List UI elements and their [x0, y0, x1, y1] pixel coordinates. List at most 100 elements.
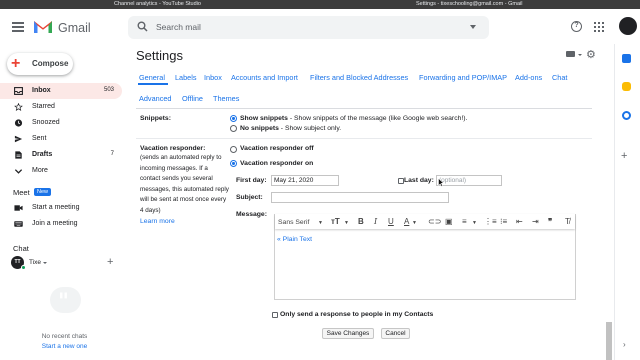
plain-text-link[interactable]: « Plain Text: [277, 236, 312, 243]
sidebar-item-snoozed[interactable]: Snoozed: [0, 115, 122, 131]
gmail-logo[interactable]: [33, 19, 53, 34]
window-title-bar: Channel analytics - YouTube Studio Setti…: [0, 0, 640, 9]
scrollbar[interactable]: [606, 322, 612, 360]
link-icon[interactable]: ⊂⊃: [428, 217, 441, 226]
option-title: No snippets: [240, 124, 279, 132]
cancel-button[interactable]: Cancel: [381, 328, 410, 339]
sidebar-item-starred[interactable]: Starred: [0, 99, 122, 115]
help-icon[interactable]: ?: [571, 21, 582, 32]
chevron-right-icon[interactable]: ›: [623, 340, 626, 349]
bulleted-list-icon[interactable]: ⁝≡: [500, 217, 507, 226]
start-new-chat-link[interactable]: Start a new one: [0, 343, 129, 350]
tab-chat[interactable]: Chat: [552, 73, 567, 82]
text-color-icon[interactable]: A: [404, 217, 409, 226]
sidebar-item-label: Starred: [32, 102, 55, 110]
tab-forwarding[interactable]: Forwarding and POP/IMAP: [419, 73, 507, 82]
tab-addons[interactable]: Add-ons: [515, 73, 542, 82]
input-tools-icon[interactable]: [566, 51, 575, 57]
menu-icon[interactable]: [12, 22, 24, 32]
first-day-field[interactable]: May 21, 2020: [271, 175, 339, 186]
font-family-select[interactable]: Sans Serif: [278, 218, 309, 227]
subject-label: Subject:: [236, 193, 263, 201]
remove-formatting-icon[interactable]: T̸: [565, 217, 570, 226]
search-options-icon[interactable]: [470, 25, 476, 29]
learn-more-link[interactable]: Learn more: [140, 218, 175, 225]
option-title: Show snippets: [240, 114, 288, 122]
sidebar-item-more[interactable]: More: [0, 163, 122, 179]
search-icon[interactable]: [137, 21, 148, 32]
tab-inbox[interactable]: Inbox: [204, 73, 222, 82]
tasks-icon[interactable]: [622, 111, 631, 120]
new-badge: New: [34, 188, 52, 196]
save-changes-button[interactable]: Save Changes: [322, 328, 374, 339]
online-status-dot: [21, 265, 26, 270]
image-icon[interactable]: ▣: [445, 217, 453, 226]
chevron-down-icon[interactable]: ▼: [318, 219, 323, 228]
underline-icon[interactable]: U: [388, 217, 394, 226]
compose-label: Compose: [32, 59, 69, 68]
account-avatar[interactable]: [619, 17, 637, 35]
meet-heading: Meet: [13, 188, 30, 197]
chevron-down-icon[interactable]: [578, 54, 582, 56]
vacation-description-line: contact sends you several: [140, 175, 213, 183]
chevron-down-icon[interactable]: ▼: [472, 219, 477, 228]
bold-icon[interactable]: B: [358, 217, 364, 226]
chevron-down-icon[interactable]: ▼: [344, 219, 349, 228]
background-tab-title[interactable]: Channel analytics - YouTube Studio: [114, 1, 201, 7]
vacation-description-line: will be sent at most once every: [140, 196, 227, 204]
start-meeting-item[interactable]: Start a meeting: [0, 200, 122, 216]
chevron-down-icon[interactable]: ▼: [412, 219, 417, 228]
draft-count: 7: [110, 150, 114, 157]
gear-icon[interactable]: ⚙: [586, 48, 596, 61]
add-chat-icon[interactable]: +: [107, 256, 113, 268]
vacation-description-line: (sends an automated reply to: [140, 154, 222, 161]
italic-icon[interactable]: I: [374, 217, 377, 226]
vacation-off-radio[interactable]: [230, 146, 237, 153]
unread-count: 503: [103, 86, 114, 93]
keyboard-icon: [14, 221, 23, 227]
plus-icon: +: [11, 55, 21, 72]
indent-more-icon[interactable]: ⇥: [532, 217, 539, 226]
align-icon[interactable]: ≡: [462, 217, 467, 226]
side-panel: [614, 44, 640, 360]
tab-accounts[interactable]: Accounts and Import: [231, 73, 298, 82]
sidebar-item-drafts[interactable]: Drafts 7: [0, 147, 122, 163]
tab-themes[interactable]: Themes: [213, 94, 239, 103]
vacation-on-radio[interactable]: [230, 160, 237, 167]
join-meeting-item[interactable]: Join a meeting: [0, 216, 122, 232]
indent-less-icon[interactable]: ⇤: [516, 217, 523, 226]
quote-icon: ": [58, 288, 69, 313]
chat-user-name[interactable]: Tixe: [29, 259, 41, 266]
video-icon: [14, 205, 23, 211]
tab-offline[interactable]: Offline: [182, 94, 203, 103]
contacts-only-label: Only send a response to people in my Con…: [280, 310, 434, 318]
keep-icon[interactable]: [622, 82, 631, 91]
numbered-list-icon[interactable]: ⋮≡: [484, 217, 497, 226]
tab-labels[interactable]: Labels: [175, 73, 197, 82]
tab-filters[interactable]: Filters and Blocked Addresses: [310, 73, 408, 82]
no-snippets-radio[interactable]: [230, 125, 237, 132]
chevron-down-icon[interactable]: [43, 262, 47, 264]
first-day-label: First day:: [236, 176, 267, 184]
no-chats-text: No recent chats: [41, 333, 88, 340]
meet-item-label: Join a meeting: [32, 219, 78, 227]
apps-icon[interactable]: [594, 22, 604, 32]
meet-item-label: Start a meeting: [32, 203, 80, 211]
sidebar-item-sent[interactable]: Sent: [0, 131, 122, 147]
sidebar-item-inbox[interactable]: Inbox 503: [0, 83, 122, 99]
last-day-label: Last day:: [404, 176, 434, 184]
contacts-only-checkbox[interactable]: [272, 312, 278, 318]
calendar-icon[interactable]: [622, 54, 631, 63]
last-day-field[interactable]: (optional): [436, 175, 502, 186]
vacation-description-line: 4 days): [140, 207, 161, 214]
tab-advanced[interactable]: Advanced: [139, 94, 171, 103]
tab-general[interactable]: General: [139, 73, 165, 82]
font-size-icon[interactable]: тT: [331, 217, 340, 226]
search-input[interactable]: Search mail: [156, 22, 201, 32]
subject-field[interactable]: [271, 192, 449, 203]
add-addon-icon[interactable]: +: [621, 150, 627, 162]
message-label: Message:: [236, 210, 267, 218]
active-tab-indicator: [138, 83, 168, 85]
show-snippets-radio[interactable]: [230, 115, 237, 122]
quote-icon[interactable]: ❞: [548, 217, 552, 226]
